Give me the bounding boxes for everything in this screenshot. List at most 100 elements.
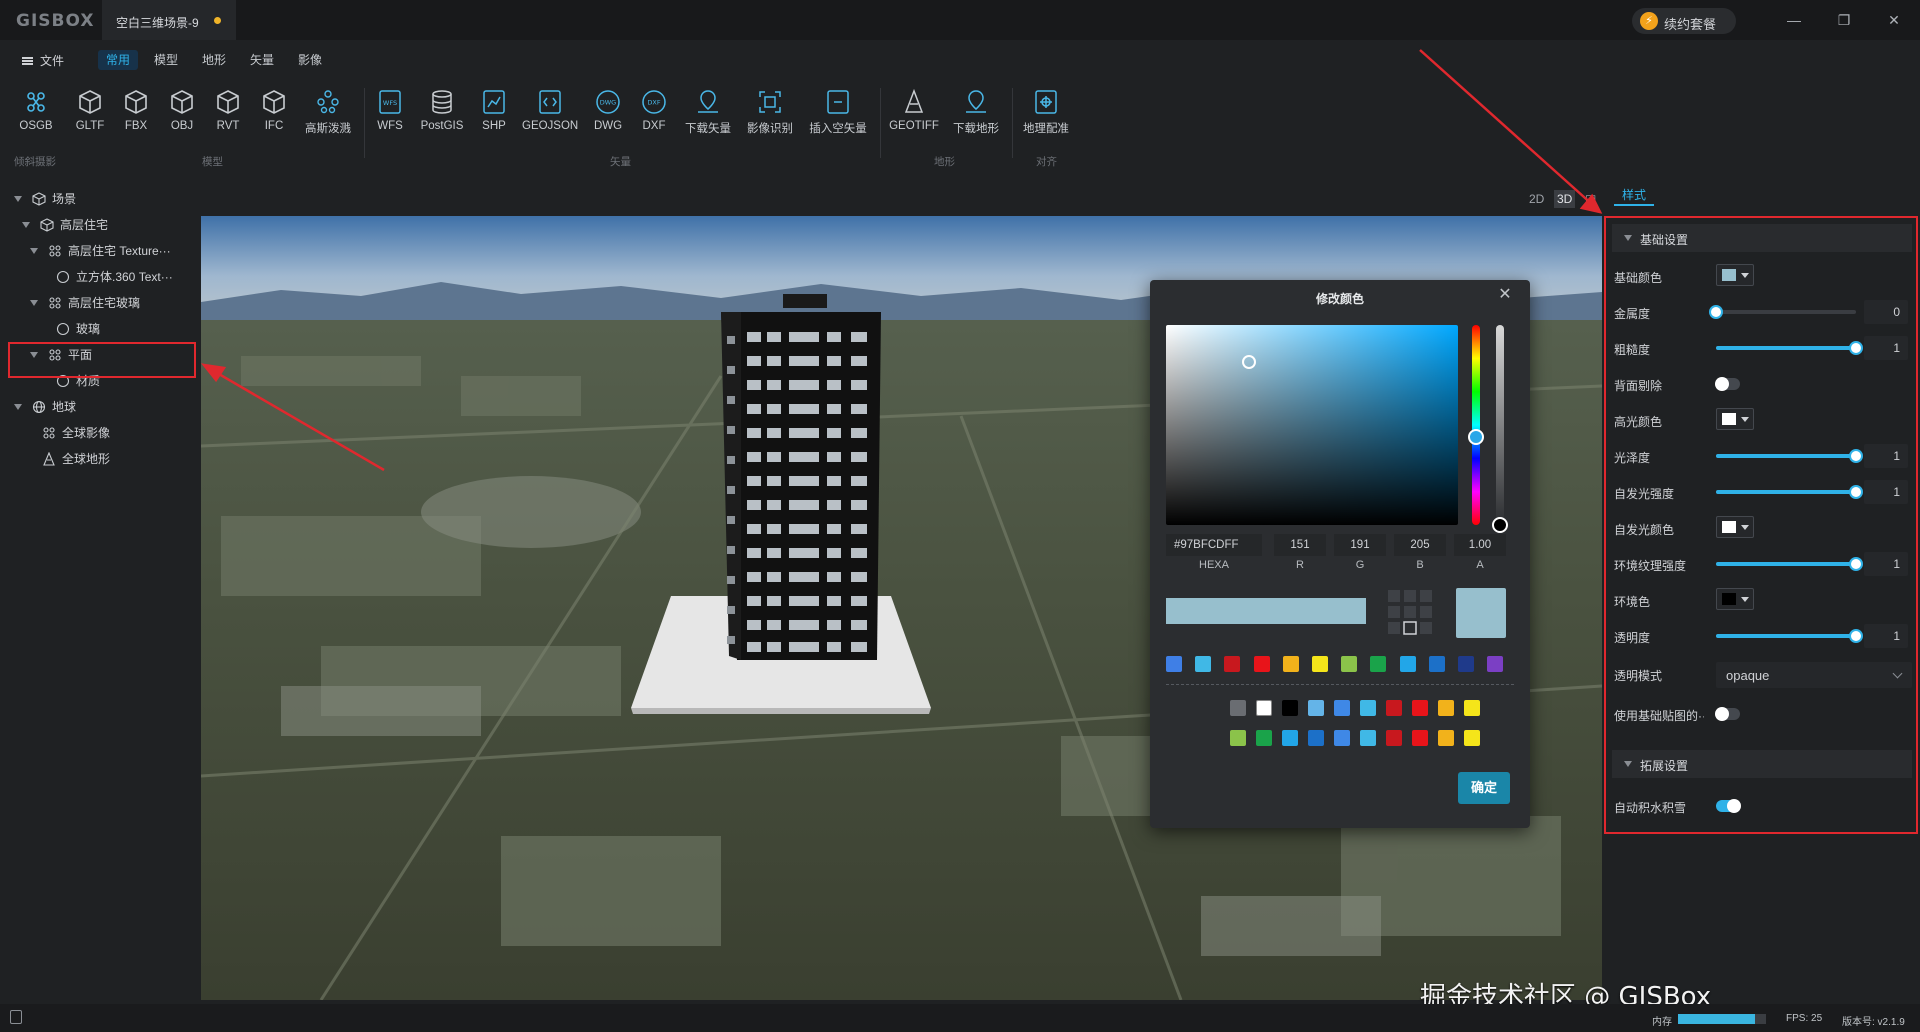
tree-node-global-terrain[interactable]: 全球地形 <box>42 446 194 472</box>
color-select[interactable] <box>1716 264 1754 286</box>
color-swatch[interactable] <box>1166 656 1182 672</box>
renew-plan-button[interactable]: ⚡ 续约套餐 <box>1632 8 1736 34</box>
expand-arrow-icon[interactable] <box>14 196 22 202</box>
property-toggle[interactable] <box>1715 707 1740 721</box>
alpha-handle[interactable] <box>1492 517 1508 533</box>
color-swatch[interactable] <box>1399 656 1416 672</box>
color-swatch[interactable] <box>1256 700 1272 716</box>
collapse-arrow-icon[interactable] <box>1624 761 1632 767</box>
ribbon-postgis-button[interactable]: PostGIS <box>418 88 466 146</box>
ribbon-geojson-button[interactable]: GEOJSON <box>522 88 578 146</box>
tree-node-global-imagery[interactable]: 全球影像 <box>42 420 194 446</box>
slider-knob[interactable] <box>1849 629 1863 643</box>
red-input[interactable]: 151 <box>1274 534 1326 556</box>
color-swatch[interactable] <box>1360 730 1376 746</box>
color-swatch[interactable] <box>1230 730 1246 746</box>
property-number-input[interactable]: 1 <box>1864 444 1908 468</box>
color-swatch[interactable] <box>1386 700 1402 716</box>
alpha-input[interactable]: 1.00 <box>1454 534 1506 556</box>
slider-knob[interactable] <box>1849 341 1863 355</box>
property-slider[interactable] <box>1716 629 1863 643</box>
tree-node-highrise-texture[interactable]: 高层住宅 Texture··· <box>30 238 194 264</box>
color-swatch[interactable] <box>1487 656 1504 672</box>
property-toggle[interactable] <box>1715 377 1740 391</box>
ribbon-wfs-button[interactable]: WFS WFS <box>372 88 408 146</box>
collapse-arrow-icon[interactable] <box>1624 235 1632 241</box>
hexa-input[interactable]: #97BFCDFF <box>1166 534 1262 556</box>
color-swatch[interactable] <box>1370 656 1387 672</box>
hue-slider[interactable] <box>1468 325 1484 525</box>
document-tab[interactable]: 空白三维场景-9 <box>102 0 236 40</box>
tree-node-highrise-glass[interactable]: 高层住宅玻璃 <box>30 290 194 316</box>
property-slider[interactable] <box>1716 557 1863 571</box>
color-swatch[interactable] <box>1438 700 1454 716</box>
color-swatch[interactable] <box>1458 656 1474 672</box>
green-field[interactable]: 191 G <box>1334 534 1386 571</box>
property-slider[interactable] <box>1716 449 1863 463</box>
color-swatch[interactable] <box>1282 700 1298 716</box>
tab-style[interactable]: 样式 <box>1608 184 1658 206</box>
alpha-slider[interactable] <box>1492 325 1508 533</box>
ribbon-fbx-button[interactable]: FBX <box>118 88 154 146</box>
color-select[interactable] <box>1716 588 1754 610</box>
document-icon[interactable] <box>10 1010 22 1024</box>
ribbon-dwg-button[interactable]: DWG DWG <box>590 88 626 146</box>
color-swatch[interactable] <box>1308 700 1324 716</box>
ribbon-insert-vector-button[interactable]: 插入空矢量 <box>806 88 870 146</box>
color-swatch[interactable] <box>1341 656 1358 672</box>
ribbon-gaussian-splat-button[interactable]: 高斯泼溅 <box>302 88 354 146</box>
color-swatch[interactable] <box>1308 730 1324 746</box>
view-3d-toggle[interactable]: 3D <box>1554 190 1576 208</box>
color-swatch[interactable] <box>1334 730 1350 746</box>
tree-node-cube-texture[interactable]: 立方体.360 Text··· <box>56 264 194 290</box>
minimize-icon[interactable]: — <box>1784 10 1804 30</box>
tree-node-earth[interactable]: 地球 <box>14 394 194 420</box>
slider-knob[interactable] <box>1849 485 1863 499</box>
color-swatch[interactable] <box>1253 656 1270 672</box>
property-number-input[interactable]: 1 <box>1864 552 1908 576</box>
property-slider[interactable] <box>1709 305 1856 319</box>
color-swatch[interactable] <box>1195 656 1212 672</box>
property-number-input[interactable]: 1 <box>1864 480 1908 504</box>
color-swatch[interactable] <box>1230 700 1246 716</box>
close-icon[interactable]: ✕ <box>1496 286 1514 304</box>
ribbon-obj-button[interactable]: OBJ <box>164 88 200 146</box>
expand-arrow-icon[interactable] <box>30 248 38 254</box>
color-swatch[interactable] <box>1438 730 1454 746</box>
ribbon-gltf-button[interactable]: GLTF <box>72 88 108 146</box>
color-swatch[interactable] <box>1464 700 1480 716</box>
tree-node-highrise[interactable]: 高层住宅 <box>22 212 194 238</box>
view-split-toggle[interactable]: ◫ <box>1582 190 1599 208</box>
color-swatch[interactable] <box>1360 700 1376 716</box>
expand-arrow-icon[interactable] <box>30 300 38 306</box>
confirm-button[interactable]: 确定 <box>1458 772 1510 804</box>
ribbon-geotiff-button[interactable]: GEOTIFF <box>888 88 940 146</box>
menu-file[interactable]: 文件 <box>40 52 64 69</box>
property-number-input[interactable]: 1 <box>1864 624 1908 648</box>
tree-node-glass[interactable]: 玻璃 <box>56 316 194 342</box>
section-basic-settings[interactable]: 基础设置 <box>1612 224 1912 252</box>
ribbon-osgb-button[interactable]: OSGB <box>14 88 58 146</box>
menu-tab-terrain[interactable]: 地形 <box>194 50 234 70</box>
slider-knob[interactable] <box>1709 305 1723 319</box>
ribbon-dxf-button[interactable]: DXF DXF <box>636 88 672 146</box>
ribbon-download-vector-button[interactable]: 下载矢量 <box>682 88 734 146</box>
ribbon-shp-button[interactable]: SHP <box>476 88 512 146</box>
transparency-mode-select[interactable]: opaque <box>1716 662 1912 688</box>
ribbon-download-terrain-button[interactable]: 下载地形 <box>950 88 1002 146</box>
hamburger-icon[interactable] <box>22 57 33 65</box>
ribbon-rvt-button[interactable]: RVT <box>210 88 246 146</box>
property-toggle[interactable] <box>1716 799 1741 813</box>
maximize-icon[interactable]: ❐ <box>1834 10 1854 30</box>
property-number-input[interactable]: 0 <box>1864 300 1908 324</box>
slider-knob[interactable] <box>1849 557 1863 571</box>
color-swatch[interactable] <box>1282 656 1299 672</box>
menu-tab-imagery[interactable]: 影像 <box>290 50 330 70</box>
close-window-icon[interactable]: ✕ <box>1884 10 1904 30</box>
red-field[interactable]: 151 R <box>1274 534 1326 571</box>
hue-handle[interactable] <box>1468 429 1484 445</box>
alpha-field[interactable]: 1.00 A <box>1454 534 1506 571</box>
blue-field[interactable]: 205 B <box>1394 534 1446 571</box>
menu-tab-model[interactable]: 模型 <box>146 50 186 70</box>
ribbon-image-recognition-button[interactable]: 影像识别 <box>744 88 796 146</box>
